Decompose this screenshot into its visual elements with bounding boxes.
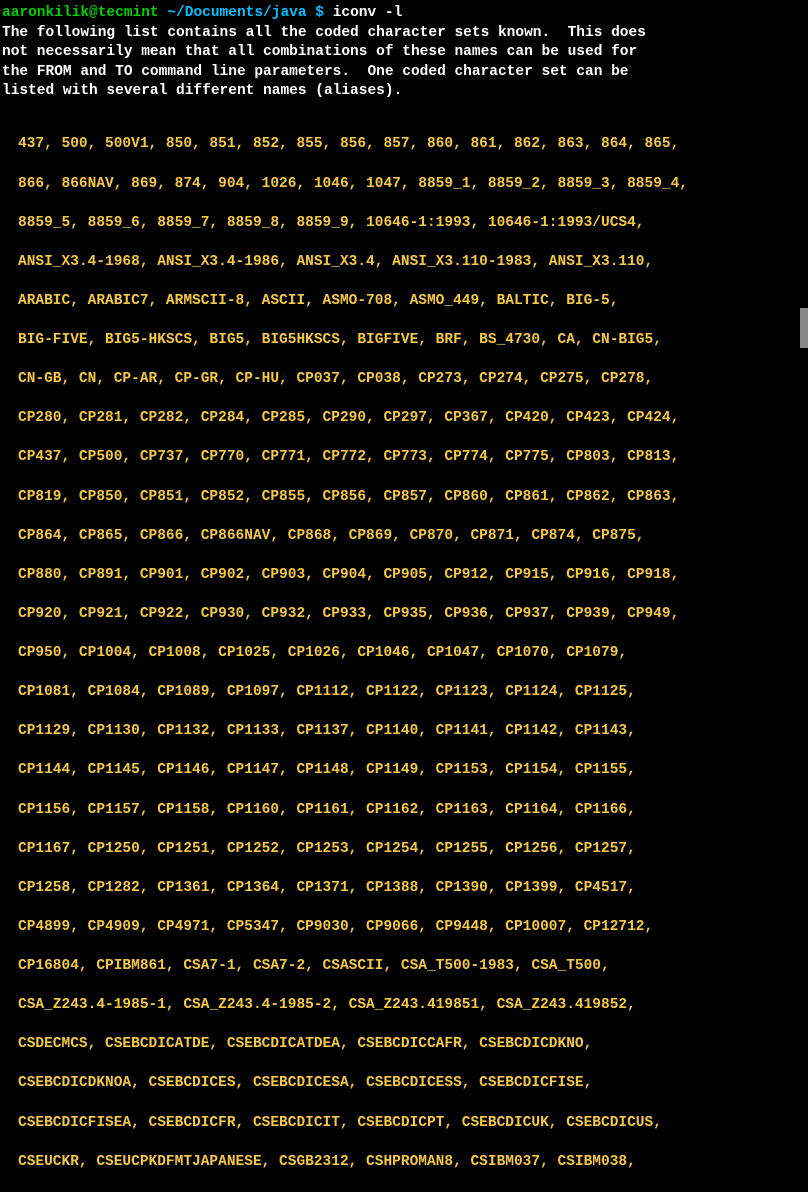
charset-line: 866, 866NAV, 869, 874, 904, 1026, 1046, … (18, 175, 806, 195)
charset-line: CSA_Z243.4-1985-1, CSA_Z243.4-1985-2, CS… (18, 996, 806, 1016)
intro-line-1: not necessarily mean that all combinatio… (2, 43, 806, 63)
charset-line: CP437, CP500, CP737, CP770, CP771, CP772… (18, 448, 806, 468)
blank-spacer (2, 102, 806, 116)
prompt-dollar: $ (315, 5, 324, 21)
charset-line: CSEBCDICDKNOA, CSEBCDICES, CSEBCDICESA, … (18, 1074, 806, 1094)
charset-line: ANSI_X3.4-1968, ANSI_X3.4-1986, ANSI_X3.… (18, 253, 806, 273)
charset-line: 437, 500, 500V1, 850, 851, 852, 855, 856… (18, 135, 806, 155)
charset-line: CP920, CP921, CP922, CP930, CP932, CP933… (18, 605, 806, 625)
charset-output: 437, 500, 500V1, 850, 851, 852, 855, 856… (2, 116, 806, 1192)
current-path: ~/Documents/java (167, 5, 306, 21)
charset-line: CP1258, CP1282, CP1361, CP1364, CP1371, … (18, 879, 806, 899)
intro-line-0: The following list contains all the code… (2, 24, 806, 44)
scrollbar-thumb[interactable] (800, 308, 808, 348)
charset-line: CP880, CP891, CP901, CP902, CP903, CP904… (18, 566, 806, 586)
charset-line: CN-GB, CN, CP-AR, CP-GR, CP-HU, CP037, C… (18, 370, 806, 390)
charset-line: CP16804, CPIBM861, CSA7-1, CSA7-2, CSASC… (18, 957, 806, 977)
command-text: iconv -l (333, 5, 403, 21)
charset-line: CP950, CP1004, CP1008, CP1025, CP1026, C… (18, 644, 806, 664)
charset-line: CP864, CP865, CP866, CP866NAV, CP868, CP… (18, 527, 806, 547)
charset-line: CP280, CP281, CP282, CP284, CP285, CP290… (18, 409, 806, 429)
charset-line: CP1144, CP1145, CP1146, CP1147, CP1148, … (18, 761, 806, 781)
intro-line-3: listed with several different names (ali… (2, 82, 806, 102)
charset-line: CP1156, CP1157, CP1158, CP1160, CP1161, … (18, 801, 806, 821)
charset-line: CP1129, CP1130, CP1132, CP1133, CP1137, … (18, 722, 806, 742)
charset-line: CSEBCDICFISEA, CSEBCDICFR, CSEBCDICIT, C… (18, 1114, 806, 1134)
terminal-prompt: aaronkilik@tecmint ~/Documents/java $ ic… (2, 4, 806, 24)
intro-line-2: the FROM and TO command line parameters.… (2, 63, 806, 83)
charset-line: CSEUCKR, CSEUCPKDFMTJAPANESE, CSGB2312, … (18, 1153, 806, 1173)
charset-line: CP1081, CP1084, CP1089, CP1097, CP1112, … (18, 683, 806, 703)
user-host: aaronkilik@tecmint (2, 5, 159, 21)
charset-line: CP819, CP850, CP851, CP852, CP855, CP856… (18, 488, 806, 508)
charset-line: CP4899, CP4909, CP4971, CP5347, CP9030, … (18, 918, 806, 938)
charset-line: 8859_5, 8859_6, 8859_7, 8859_8, 8859_9, … (18, 214, 806, 234)
charset-line: CP1167, CP1250, CP1251, CP1252, CP1253, … (18, 840, 806, 860)
charset-line: ARABIC, ARABIC7, ARMSCII-8, ASCII, ASMO-… (18, 292, 806, 312)
charset-line: CSDECMCS, CSEBCDICATDE, CSEBCDICATDEA, C… (18, 1035, 806, 1055)
charset-line: BIG-FIVE, BIG5-HKSCS, BIG5, BIG5HKSCS, B… (18, 331, 806, 351)
